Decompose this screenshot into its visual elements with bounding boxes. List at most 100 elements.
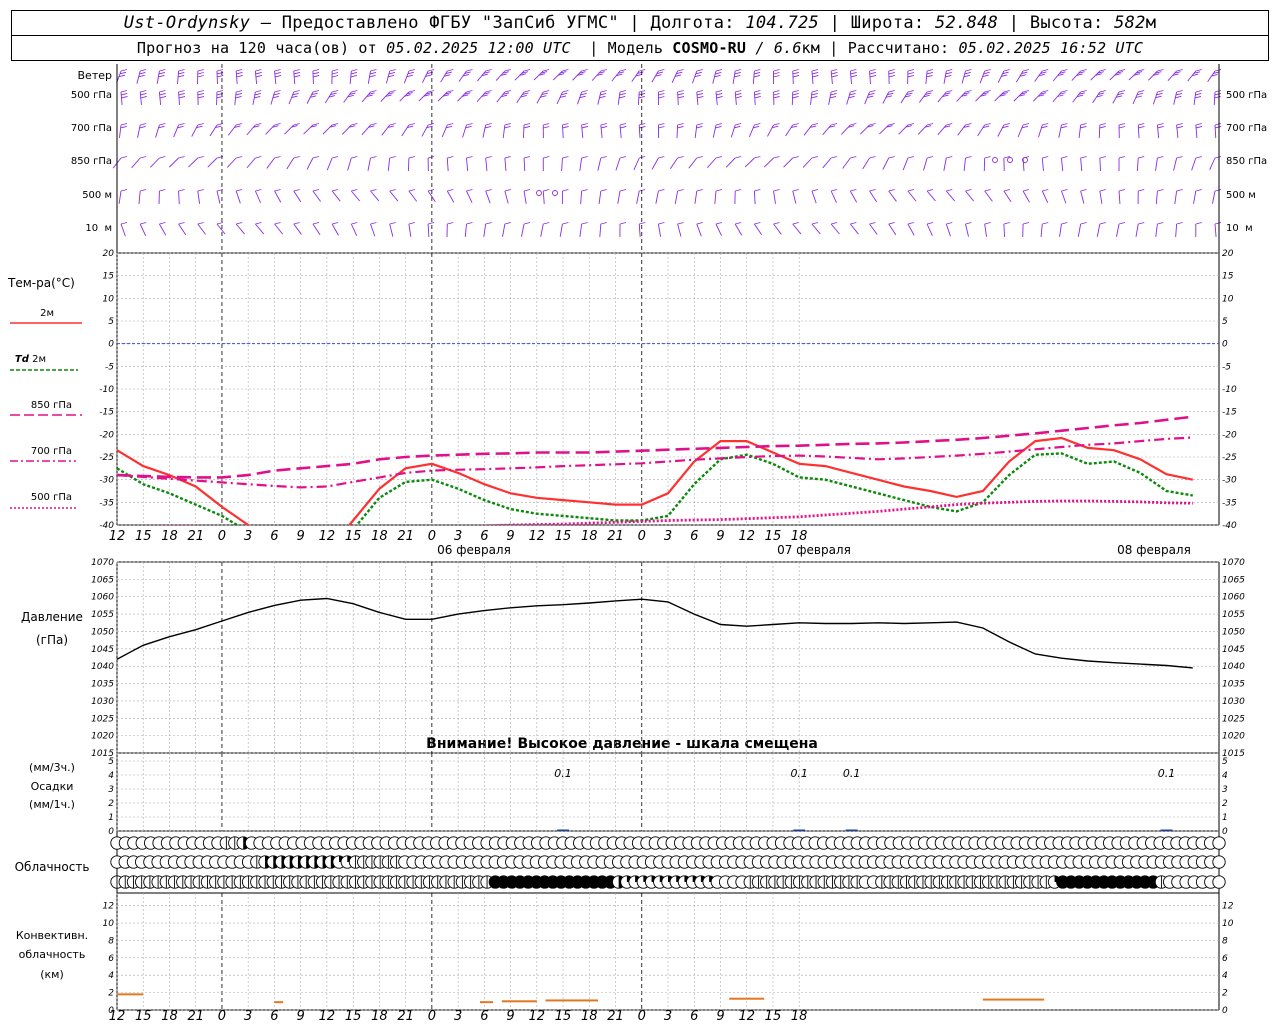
wind-barb-flag	[427, 123, 435, 126]
wind-barb-flag	[447, 90, 454, 93]
wind-level-850hpa-right: 850 гПа	[1226, 156, 1267, 167]
time-tick-label: 3	[244, 529, 252, 544]
wind-barb-flag	[888, 72, 895, 75]
wind-barb-flag	[926, 75, 933, 78]
wind-barb-staff	[617, 190, 621, 204]
wind-barb-flag	[965, 222, 972, 225]
precip-bar	[845, 829, 858, 831]
wind-barb-flag	[1041, 125, 1048, 129]
wind-barb-staff	[1013, 91, 1024, 102]
temp-tick-right: -15	[1222, 408, 1237, 418]
wind-barb-staff	[540, 223, 544, 237]
wind-barb-staff	[773, 190, 776, 204]
wind-barb-flag	[773, 189, 780, 192]
wind-barb-flag	[197, 72, 204, 75]
wind-barb-staff	[907, 223, 915, 236]
wind-barb-staff	[579, 223, 583, 237]
wind-barb-staff	[696, 223, 702, 237]
precip-tick-right: 4	[1222, 771, 1228, 781]
wind-barb-flag	[466, 222, 473, 225]
time-tick-label: 6	[270, 529, 278, 544]
wind-barb-staff	[937, 91, 947, 103]
time-tick-label: 18	[581, 1009, 598, 1024]
wind-barb-flag	[753, 75, 761, 78]
wind-barb-flag	[581, 90, 588, 93]
wind-barb-staff	[1058, 124, 1062, 138]
wind-barb-flag	[658, 90, 665, 93]
wind-barb-flag	[869, 156, 876, 159]
time-tick-label: 12	[109, 1009, 126, 1024]
wind-barb-flag	[523, 69, 531, 72]
wind-barb-staff	[477, 70, 487, 82]
wind-barb-staff	[342, 124, 352, 135]
wind-level-10m: 10 м	[85, 223, 112, 234]
pressure-tick-right: 1030	[1222, 697, 1245, 707]
wind-barb-staff	[611, 70, 621, 82]
wind-barb-flag	[562, 189, 569, 192]
wind-barb-staff	[1195, 124, 1198, 138]
wind-barb-flag	[543, 90, 550, 93]
wind-barb-staff	[138, 190, 141, 204]
temp-tick-left: -25	[99, 453, 114, 463]
wind-barb-flag	[850, 222, 857, 225]
wind-barb-staff	[677, 223, 682, 237]
wind-barb-flag	[619, 123, 627, 126]
temp-tick-left: 0	[108, 340, 114, 350]
wind-barb-staff	[1191, 157, 1197, 171]
wind-barb-staff	[696, 91, 699, 105]
wind-barb-flag	[1099, 156, 1106, 159]
wind-barb-flag	[1157, 123, 1164, 126]
wind-barb-flag	[945, 72, 952, 75]
wind-barb-flag	[715, 71, 722, 75]
wind-barb-staff	[158, 91, 162, 105]
wind-barb-flag	[523, 189, 531, 192]
time-tick-label: 18	[371, 1009, 388, 1024]
wind-barb-flag	[1061, 189, 1068, 192]
wind-barb-staff	[552, 70, 563, 81]
wind-barb-flag	[850, 123, 857, 126]
wind-barb-flag	[946, 189, 953, 192]
wind-barb-flag	[1042, 69, 1049, 72]
wind-barb-flag	[658, 126, 665, 129]
wind-barb-flag	[639, 189, 646, 192]
wind-barb-flag	[427, 156, 435, 159]
wind-barb-flag	[619, 69, 627, 72]
wind-barb-flag	[504, 189, 511, 192]
wind-barb-flag	[1214, 189, 1222, 192]
date-label: 08 февраля	[1117, 543, 1191, 557]
wind-barb-flag	[1061, 123, 1068, 126]
wind-barb-staff	[811, 190, 817, 204]
wind-barb-staff	[694, 190, 698, 204]
temp-tick-right: 5	[1222, 317, 1228, 327]
wind-barb-flag	[984, 123, 991, 126]
wind-barb-flag	[696, 93, 704, 96]
cloud-symbol-ring	[1212, 855, 1226, 869]
wind-barb-flag	[1214, 90, 1222, 93]
wind-barb-staff	[957, 124, 966, 136]
wind-barb-staff	[265, 124, 275, 135]
wind-barb-flag	[946, 123, 953, 126]
wind-barb-flag	[1176, 156, 1183, 159]
wind-barb-flag	[811, 93, 818, 96]
wind-barb-flag	[754, 93, 761, 96]
precip-unit-3h: (мм/3ч.)	[29, 761, 75, 774]
wind-barb-flag	[831, 90, 838, 93]
wind-barb-flag	[1061, 222, 1068, 225]
wind-barb-flag	[485, 90, 492, 93]
wind-barb-staff	[1155, 190, 1158, 204]
wind-barb-flag	[504, 69, 511, 72]
wind-barb-flag	[408, 90, 416, 93]
wind-barb-staff	[380, 91, 391, 102]
wind-barb-flag	[697, 96, 704, 99]
wind-barb-staff	[997, 70, 1005, 83]
wind-barb-staff	[822, 157, 832, 169]
wind-barb-staff	[556, 91, 563, 105]
wind-barb-flag	[1042, 222, 1049, 225]
wind-barb-flag	[140, 69, 147, 72]
temp-tick-right: -40	[1222, 521, 1237, 531]
wind-level-500m: 500 м	[82, 190, 112, 201]
conv-tick-left: 2	[108, 989, 114, 999]
wind-barb-flag	[965, 123, 972, 126]
wind-barb-flag	[1118, 156, 1126, 159]
wind-barb-flag	[121, 96, 128, 99]
